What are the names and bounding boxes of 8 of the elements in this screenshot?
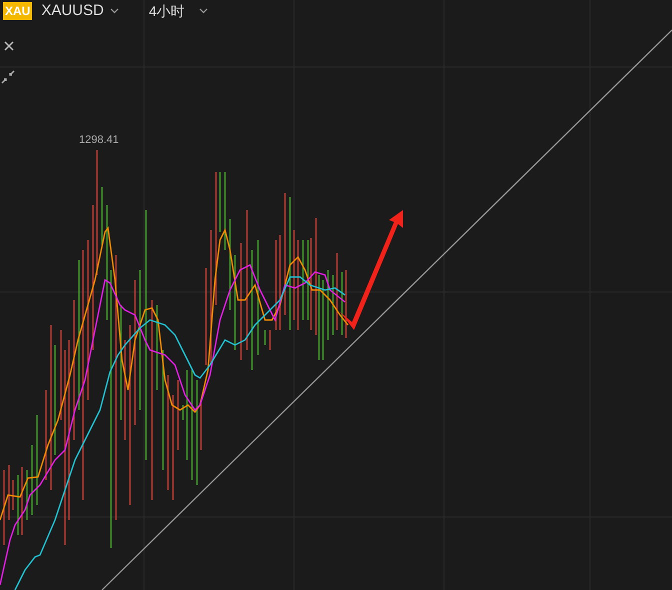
high-price-label: 1298.41 [79, 133, 119, 148]
chevron-down-icon [198, 8, 208, 14]
symbol-badge: XAU [3, 2, 32, 20]
close-icon[interactable] [4, 41, 14, 51]
timeframe-dropdown[interactable]: 4小时 [148, 0, 208, 22]
symbol-dropdown[interactable]: XAUUSD [41, 0, 119, 22]
chevron-down-icon [110, 8, 119, 14]
collapse-icon[interactable] [1, 70, 15, 84]
